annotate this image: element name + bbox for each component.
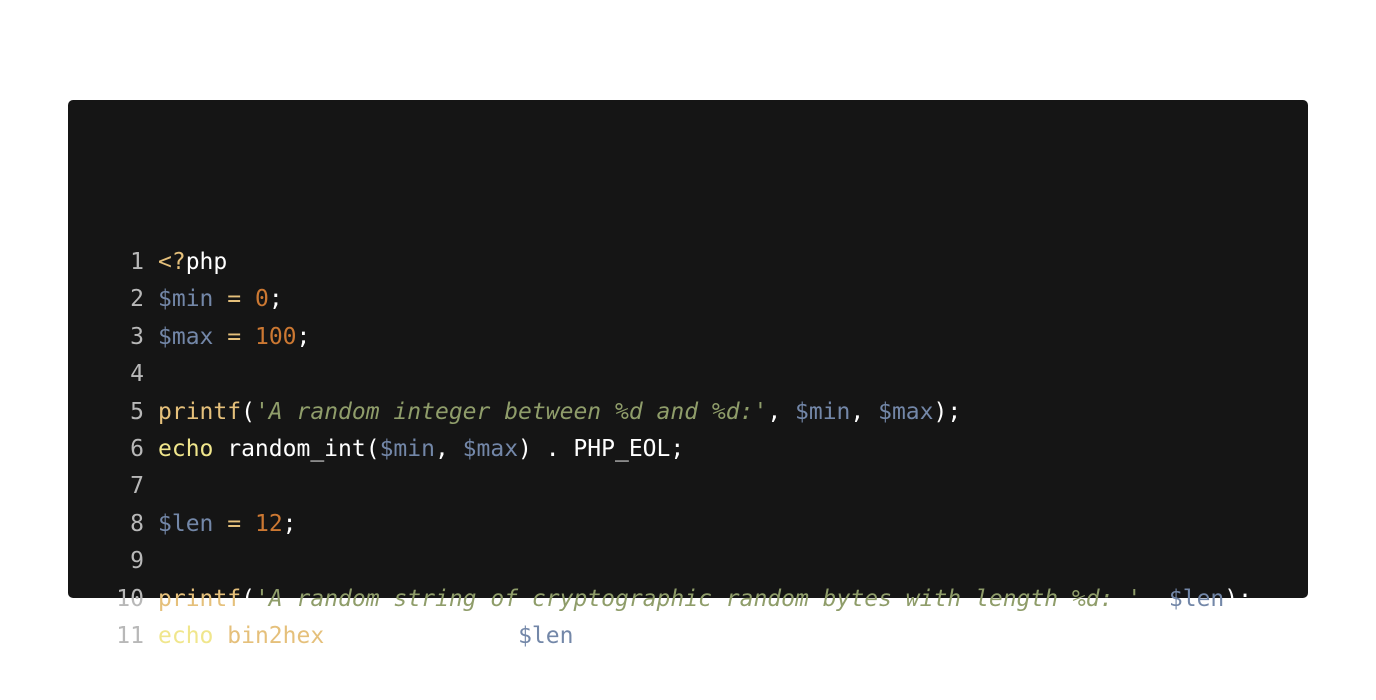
code-token-punct: , [434,435,463,462]
line-number: 10 [116,585,144,612]
code-line: 7 [68,468,1308,505]
code-block: 1 <?php 2 $min = 0; 3 $max = 100; 4 5 printf('A … [68,100,1308,649]
code-token-plain: php [185,249,228,275]
code-line: 1 <?php [68,244,1308,281]
code-token-punct: , [767,398,796,425]
code-token-var: $max [158,323,214,350]
line-number: 7 [130,473,144,500]
code-token-op: = [227,286,242,313]
code-token-plain: )) . PHP_EOL; [573,622,754,649]
code-token-var: $max [462,435,519,462]
code-token-tag: <? [158,249,186,275]
code-token-plain: ) . PHP_EOL; [518,435,685,462]
line-content: $len = 12; [158,506,297,543]
code-token-punct: ; [268,286,283,313]
code-line: 9 [68,543,1308,580]
code-token-punct: ; [282,510,297,537]
line-number: 4 [130,361,144,388]
code-lines: 1 <?php 2 $min = 0; 3 $max = 100; 4 5 printf('A … [68,244,1308,655]
code-token-plain: random_int( [213,435,380,462]
line-content: printf('A random string of cryptographic… [158,581,1252,618]
code-token-num: 100 [254,323,297,350]
line-number: 6 [130,435,144,462]
code-token-op: = [227,510,242,537]
code-token-num: 0 [254,286,269,313]
code-line: 8 $len = 12; [68,506,1308,543]
code-line: 4 [68,356,1308,393]
code-token-fn: printf [158,585,242,612]
line-content: $max = 100; [158,319,310,356]
code-token-var: $len [1168,585,1225,612]
code-token-str: 'A random integer between %d and %d:' [254,398,768,425]
line-content: <?php [158,244,227,281]
code-token-str: 'A random string of cryptographic random… [254,585,1142,612]
line-number: 5 [130,398,144,425]
code-token-var: $len [518,622,574,649]
code-token-fn: printf [158,398,242,425]
line-content: printf('A random integer between %d and … [158,394,961,431]
code-token-num: 12 [254,510,283,537]
line-number: 11 [116,622,144,649]
code-line: 2 $min = 0; [68,281,1308,318]
code-token-punct: , [1141,585,1169,612]
code-token-var: $max [878,398,934,425]
code-token-var: $min [795,398,851,425]
code-token-punct: ); [1224,585,1252,612]
code-token-kw: echo [158,622,214,649]
code-token-var: $min [158,286,214,313]
code-token-fn: bin2hex [227,622,325,649]
line-content: echo bin2hex(random_bytes($len)) . PHP_E… [158,618,753,655]
line-number: 3 [130,323,144,350]
code-token-kw: echo [158,435,214,462]
code-line: 5 printf('A random integer between %d and… [68,394,1308,431]
code-line: 11 echo bin2hex(random_bytes($len)) . PHP… [68,618,1308,655]
code-line: 6 echo random_int($min, $max) . PHP_EOL; [68,431,1308,468]
code-token-var: $min [379,435,435,462]
code-token-punct: ( [241,585,255,612]
code-token-plain: (random_bytes( [324,622,519,649]
code-line: 10 printf('A random string of cryptograph… [68,581,1308,618]
code-token-punct: ); [933,398,962,425]
line-content: echo random_int($min, $max) . PHP_EOL; [158,431,684,468]
line-number: 8 [130,510,144,537]
code-token-punct: ( [241,398,255,425]
line-number: 2 [130,286,144,313]
code-token-var: $len [158,510,214,537]
code-line: 3 $max = 100; [68,319,1308,356]
code-token-op: = [227,323,242,350]
line-number: 9 [130,548,144,575]
line-content: $min = 0; [158,281,283,318]
code-token-punct: ; [296,323,311,350]
line-number: 1 [130,249,144,275]
code-token-punct: , [850,398,879,425]
